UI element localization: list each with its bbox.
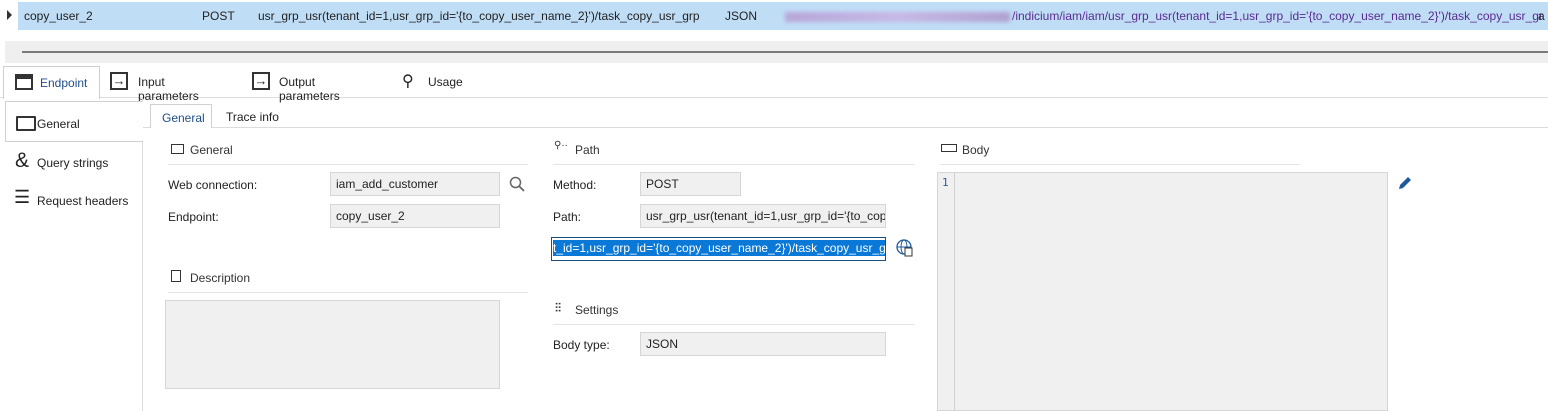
globe-document-icon[interactable]: [896, 239, 914, 257]
cell-trailing: a: [1538, 9, 1545, 23]
description-section-header: Description: [168, 269, 528, 293]
section-title: Description: [190, 271, 251, 285]
line-gutter: 1: [938, 173, 955, 410]
path-section-header: ⚲·· Path: [553, 140, 915, 165]
folder-icon: [16, 116, 36, 131]
row-expander-icon[interactable]: [7, 10, 12, 20]
tab-divider: [0, 97, 1548, 98]
subtab-divider: [143, 127, 1548, 128]
side-nav-general[interactable]: General: [5, 101, 143, 142]
window-icon: [15, 74, 33, 90]
cell-path: usr_grp_usr(tenant_id=1,usr_grp_id='{to_…: [258, 9, 700, 23]
blurred-host: [785, 11, 1010, 22]
side-nav-label: Request headers: [37, 194, 129, 208]
cell-method: POST: [202, 9, 235, 23]
keyboard-icon: [941, 144, 957, 152]
side-nav-label: General: [37, 117, 80, 131]
input-arrow-icon: →: [110, 72, 128, 90]
cell-body-type: JSON: [725, 9, 758, 23]
method-field[interactable]: POST: [640, 172, 741, 196]
list-icon: ☰: [14, 187, 31, 207]
path-full-field[interactable]: t_id=1,usr_grp_id='{to_copy_user_name_2}…: [551, 237, 886, 261]
document-icon: [171, 270, 181, 282]
endpoint-label: Endpoint:: [168, 210, 219, 224]
web-connection-label: Web connection:: [168, 178, 258, 192]
body-editor[interactable]: 1: [937, 172, 1388, 411]
body-type-field[interactable]: JSON: [640, 332, 886, 356]
pencil-edit-icon[interactable]: [1397, 175, 1413, 191]
tab-label: Input parameters: [138, 75, 199, 103]
tab-label: Endpoint: [40, 76, 88, 90]
tab-label: Usage: [428, 75, 463, 89]
route-icon: ⚲··: [554, 140, 568, 151]
section-title: Body: [962, 143, 990, 157]
cell-url-text: /indicium/iam/iam/usr_grp_usr(tenant_id=…: [1012, 9, 1543, 23]
side-nav-label: Query strings: [37, 156, 109, 170]
path-label: Path:: [553, 210, 582, 224]
body-type-label: Body type:: [553, 338, 610, 352]
selected-path-text: t_id=1,usr_grp_id='{to_copy_user_name_2}…: [553, 240, 885, 256]
section-title: General: [190, 143, 233, 157]
sliders-icon: ⫶⫶: [555, 301, 562, 315]
method-label: Method:: [553, 178, 597, 192]
tab-label: Output parameters: [279, 75, 340, 103]
tab-endpoint[interactable]: Endpoint: [3, 66, 100, 99]
section-title: Path: [575, 143, 600, 157]
location-pins-icon: ⚲: [402, 73, 414, 90]
subtab-general[interactable]: General: [150, 104, 212, 128]
web-connection-field[interactable]: iam_add_customer: [330, 172, 500, 196]
description-textarea[interactable]: [165, 300, 500, 389]
body-section-header: Body: [940, 141, 1300, 165]
subtab-trace-info[interactable]: Trace info: [226, 110, 279, 124]
ampersand-icon: &: [15, 149, 30, 172]
general-section-header: General: [168, 141, 528, 165]
splitter-handle[interactable]: [22, 51, 1548, 53]
section-title: Settings: [575, 303, 619, 317]
subtab-label: General: [162, 111, 205, 125]
path-field[interactable]: usr_grp_usr(tenant_id=1,usr_grp_id='{to_…: [640, 204, 886, 228]
settings-section-header: ⫶⫶ Settings: [553, 301, 915, 325]
cell-name: copy_user_2: [24, 9, 93, 23]
folder-icon: [171, 144, 184, 154]
line-number: 1: [942, 176, 949, 189]
search-icon[interactable]: [509, 176, 525, 192]
splitter[interactable]: [5, 41, 1548, 63]
endpoint-field[interactable]: copy_user_2: [330, 204, 500, 228]
subtab-label: Trace info: [226, 110, 279, 124]
cell-url: /indicium/iam/iam/usr_grp_usr(tenant_id=…: [785, 9, 1543, 23]
selected-row[interactable]: copy_user_2 POST usr_grp_usr(tenant_id=1…: [18, 2, 1548, 30]
side-nav: General & Query strings ☰ Request header…: [0, 98, 143, 411]
output-arrow-icon: →: [252, 72, 270, 90]
